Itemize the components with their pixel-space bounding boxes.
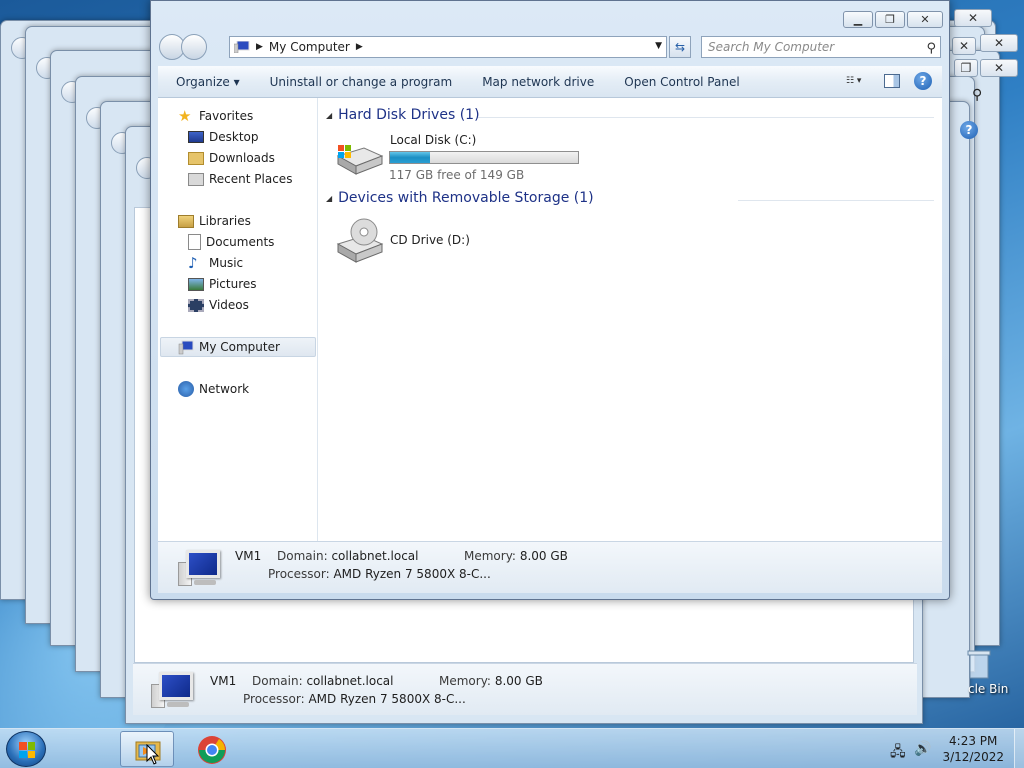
music-icon: ♪ bbox=[188, 254, 198, 272]
nav-my-computer[interactable]: My Computer bbox=[160, 337, 316, 357]
nav-downloads[interactable]: Downloads bbox=[188, 149, 275, 167]
preview-pane-icon[interactable] bbox=[884, 74, 900, 88]
videos-icon bbox=[188, 298, 204, 312]
group-header-removable-storage[interactable]: ◢ Devices with Removable Storage (1) bbox=[326, 190, 594, 206]
details-domain: Domain: collabnet.local bbox=[277, 549, 419, 563]
breadcrumb-arrow-icon[interactable]: ▶ bbox=[356, 42, 363, 52]
minimize-button[interactable]: ▁ bbox=[843, 11, 873, 28]
change-view-icon[interactable]: ☷ ▾ bbox=[846, 72, 870, 90]
nav-pictures[interactable]: Pictures bbox=[188, 275, 257, 293]
toolbar-right: ☷ ▾ ? bbox=[846, 72, 932, 90]
clock-time: 4:23 PM bbox=[949, 734, 998, 748]
disk-usage-bar bbox=[389, 151, 579, 164]
computer-icon bbox=[234, 41, 250, 53]
back-details-processor: Processor: AMD Ryzen 7 5800X 8-C... bbox=[243, 692, 466, 706]
drive-name: CD Drive (D:) bbox=[390, 233, 470, 247]
drive-item-local-disk[interactable]: Local Disk (C:) 117 GB free of 149 GB bbox=[328, 130, 618, 182]
nav-music[interactable]: ♪ Music bbox=[188, 254, 243, 272]
back-window-close-button[interactable]: ✕ bbox=[952, 37, 976, 55]
disk-usage-fill bbox=[390, 152, 431, 163]
recent-places-icon bbox=[188, 172, 204, 186]
address-dropdown-icon[interactable]: ▼ bbox=[655, 41, 662, 51]
back-help-icon[interactable]: ? bbox=[960, 121, 978, 139]
clock[interactable]: 4:23 PM 3/12/2022 bbox=[942, 733, 1004, 765]
group-header-hard-disk-drives[interactable]: ◢ Hard Disk Drives (1) bbox=[326, 107, 480, 123]
back-window-close-button[interactable]: ✕ bbox=[980, 59, 1018, 77]
search-input[interactable]: Search My Computer ⚲ bbox=[701, 36, 941, 58]
breadcrumb-arrow-icon[interactable]: ▶ bbox=[256, 42, 263, 52]
chrome-icon bbox=[198, 736, 226, 764]
search-placeholder: Search My Computer bbox=[708, 40, 835, 54]
help-icon[interactable]: ? bbox=[914, 72, 932, 90]
start-button[interactable] bbox=[6, 731, 46, 767]
desktop-icon bbox=[188, 131, 204, 143]
nav-network[interactable]: Network bbox=[178, 380, 249, 398]
forward-button[interactable] bbox=[181, 34, 207, 60]
back-search-icon[interactable]: ⚲ bbox=[972, 87, 982, 103]
back-details-pane: VM1 Domain: collabnet.local Memory: 8.00… bbox=[133, 663, 917, 715]
back-window-close-button[interactable]: ✕ bbox=[980, 34, 1018, 52]
maximize-button[interactable]: ❐ bbox=[875, 11, 905, 28]
navigation-buttons bbox=[159, 34, 207, 60]
uninstall-button[interactable]: Uninstall or change a program bbox=[270, 75, 453, 89]
nav-desktop[interactable]: Desktop bbox=[188, 128, 259, 146]
network-tray-icon[interactable]: 🖧 bbox=[890, 741, 906, 765]
group-divider bbox=[478, 117, 934, 118]
map-network-drive-button[interactable]: Map network drive bbox=[482, 75, 594, 89]
clock-date: 3/12/2022 bbox=[942, 750, 1004, 764]
back-window-maximize-button[interactable]: ❐ bbox=[954, 59, 978, 77]
libraries-icon bbox=[178, 214, 194, 228]
details-processor: Processor: AMD Ryzen 7 5800X 8-C... bbox=[268, 567, 491, 581]
caption-buttons: ▁ ❐ ✕ bbox=[843, 11, 943, 28]
back-details-name: VM1 bbox=[210, 674, 237, 688]
explorer-window: ▁ ❐ ✕ ▶ My Computer ▶ ▼ ⇆ Search My Comp… bbox=[150, 0, 950, 600]
recycle-bin-label[interactable]: cle Bin bbox=[968, 682, 1008, 696]
network-icon bbox=[178, 381, 194, 397]
open-control-panel-button[interactable]: Open Control Panel bbox=[624, 75, 739, 89]
taskbar-chrome-button[interactable] bbox=[186, 731, 240, 767]
organize-button[interactable]: Organize ▾ bbox=[176, 75, 240, 89]
recycle-bin-icon[interactable] bbox=[966, 648, 992, 680]
collapse-triangle-icon[interactable]: ◢ bbox=[326, 111, 332, 120]
windows-logo-icon bbox=[19, 742, 35, 758]
nav-documents[interactable]: Documents bbox=[188, 233, 274, 251]
hard-drive-icon bbox=[336, 145, 384, 175]
nav-recent-places[interactable]: Recent Places bbox=[188, 170, 292, 188]
collapse-triangle-icon[interactable]: ◢ bbox=[326, 194, 332, 203]
computer-icon bbox=[178, 340, 194, 355]
back-window-close-button[interactable]: ✕ bbox=[954, 9, 992, 27]
nav-videos[interactable]: Videos bbox=[188, 296, 249, 314]
breadcrumb-my-computer[interactable]: My Computer bbox=[269, 40, 350, 54]
show-desktop-button[interactable] bbox=[1014, 729, 1024, 768]
navigation-pane: ★ Favorites Desktop Downloads Recent Pla… bbox=[158, 98, 318, 541]
cd-drive-icon bbox=[336, 218, 384, 263]
drive-free-space: 117 GB free of 149 GB bbox=[389, 168, 525, 182]
pictures-icon bbox=[188, 277, 204, 291]
details-pane: VM1 Domain: collabnet.local Memory: 8.00… bbox=[158, 541, 942, 593]
volume-icon[interactable]: 🔊 bbox=[914, 741, 931, 757]
back-details-domain: Domain: collabnet.local bbox=[252, 674, 394, 688]
details-memory: Memory: 8.00 GB bbox=[464, 549, 568, 563]
downloads-folder-icon bbox=[188, 151, 204, 165]
group-divider bbox=[738, 200, 934, 201]
back-details-memory: Memory: 8.00 GB bbox=[439, 674, 543, 688]
address-bar[interactable]: ▶ My Computer ▶ ▼ bbox=[229, 36, 667, 58]
computer-monitor-icon bbox=[178, 548, 222, 588]
command-bar: Organize ▾ Uninstall or change a program… bbox=[158, 66, 942, 98]
computer-monitor-icon bbox=[151, 670, 195, 710]
nav-favorites[interactable]: ★ Favorites bbox=[178, 107, 253, 125]
drive-item-cd-drive[interactable]: CD Drive (D:) bbox=[328, 214, 528, 266]
documents-icon bbox=[188, 234, 201, 250]
search-icon[interactable]: ⚲ bbox=[926, 39, 936, 59]
refresh-button[interactable]: ⇆ bbox=[669, 36, 691, 58]
star-icon: ★ bbox=[178, 107, 192, 125]
close-button[interactable]: ✕ bbox=[907, 11, 943, 28]
nav-libraries[interactable]: Libraries bbox=[178, 212, 251, 230]
content-pane: ◢ Hard Disk Drives (1) Local Disk (C:) 1… bbox=[318, 98, 942, 541]
mouse-cursor-icon bbox=[146, 744, 160, 765]
drive-name: Local Disk (C:) bbox=[390, 133, 477, 147]
details-computer-name: VM1 bbox=[235, 549, 262, 563]
